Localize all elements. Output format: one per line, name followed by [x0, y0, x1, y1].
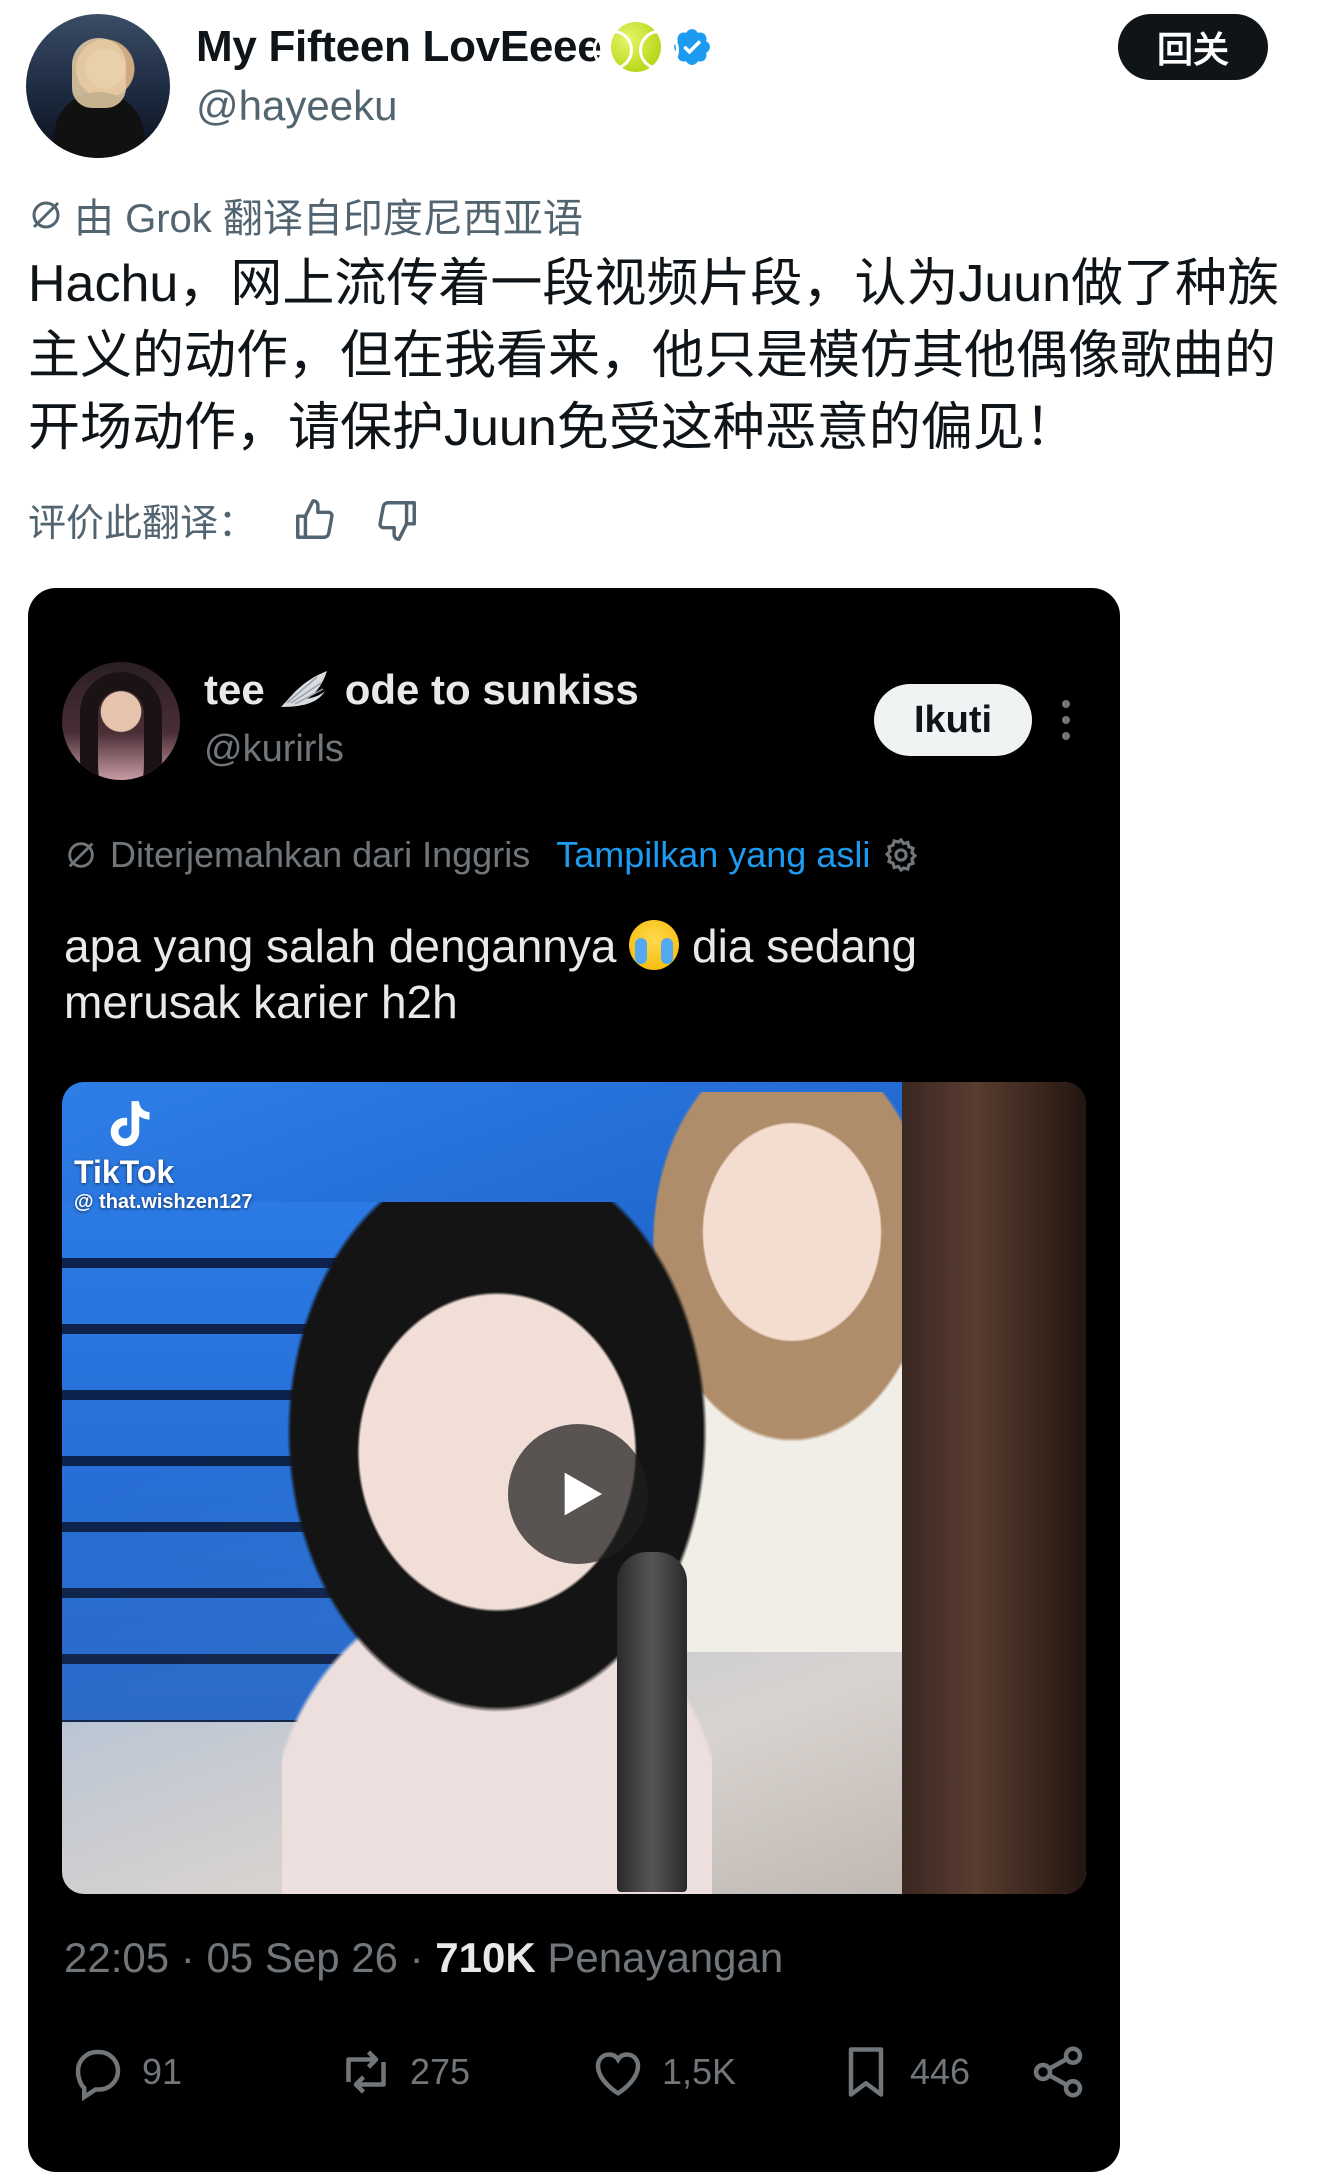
post-time[interactable]: 22:05	[64, 1934, 169, 1981]
quoted-avatar[interactable]	[62, 662, 180, 780]
share-button[interactable]	[1028, 2042, 1088, 2102]
repost-button[interactable]: 275	[336, 2042, 470, 2102]
follow-back-button[interactable]: 回关	[1118, 14, 1268, 80]
views-label: Penayangan	[547, 1934, 784, 1981]
tiktok-icon	[110, 1101, 150, 1147]
quoted-name-part1: tee	[204, 666, 265, 713]
display-name[interactable]: My Fifteen LovEeee	[196, 22, 602, 72]
quoted-handle[interactable]: @kurirls	[204, 728, 344, 771]
follow-button[interactable]: Ikuti	[874, 684, 1032, 756]
wing-icon	[280, 671, 327, 707]
thumbs-up-icon[interactable]	[292, 497, 338, 543]
video-player[interactable]: TikTok @ that.wishzen127	[62, 1082, 1086, 1894]
like-button[interactable]: 1,5K	[588, 2042, 736, 2102]
heart-icon	[595, 2052, 641, 2096]
views-count: 710K	[435, 1934, 536, 1981]
show-original-link[interactable]: Tampilkan yang asli	[556, 834, 870, 876]
quoted-text-before: apa yang salah dengannya	[64, 920, 617, 972]
tiktok-username: @ that.wishzen127	[74, 1191, 253, 1213]
quoted-display-name[interactable]: tee ode to sunkiss	[204, 666, 639, 714]
reply-count: 91	[142, 2051, 183, 2092]
repost-count: 275	[410, 2051, 471, 2092]
display-name-row[interactable]: My Fifteen LovEeee	[196, 22, 713, 72]
reply-button[interactable]: 91	[68, 2042, 182, 2102]
repost-icon	[346, 2050, 386, 2094]
tennis-ball-icon	[593, 22, 680, 72]
post-meta: 22:05 · 05 Sep 26 · 710K Penayangan	[64, 1934, 784, 1981]
post-date[interactable]: 05 Sep 26	[206, 1934, 398, 1981]
bookmark-icon	[848, 2047, 884, 2097]
translated-from-label: Diterjemahkan dari Inggris	[110, 834, 531, 875]
quoted-translation-row: Diterjemahkan dari Inggris Tampilkan yan…	[64, 834, 920, 876]
rate-translation-row: 评价此翻译：	[28, 492, 420, 547]
more-options-icon[interactable]	[1062, 700, 1072, 744]
microphone	[617, 1552, 687, 1892]
reply-icon	[75, 2049, 121, 2102]
bookmark-button[interactable]: 446	[836, 2042, 970, 2102]
crying-face-icon	[629, 920, 680, 970]
action-bar: 91 275 1,5K 446	[68, 2042, 1088, 2112]
post-page: My Fifteen LovEeee @hayeeku 回关 由 Grok 翻译…	[0, 0, 1320, 2181]
play-button[interactable]	[508, 1424, 648, 1564]
like-count: 1,5K	[662, 2051, 737, 2092]
share-icon	[1033, 2046, 1083, 2098]
quoted-name-part2: ode to sunkiss	[344, 666, 639, 713]
user-handle[interactable]: @hayeeku	[196, 82, 397, 130]
thumbs-down-icon[interactable]	[374, 497, 420, 543]
tweet-text: Hachu，网上流传着一段视频片段，认为Juun做了种族主义的动作，但在我看来，…	[28, 255, 1280, 457]
quoted-post-card[interactable]: tee ode to sunkiss @kurirls Ikuti Diterj…	[28, 588, 1120, 2172]
tiktok-watermark: TikTok @ that.wishzen127	[74, 1096, 252, 1214]
avatar[interactable]	[26, 14, 170, 158]
translation-source-row: 由 Grok 翻译自印度尼西亚语	[28, 186, 583, 244]
translate-slash-icon	[68, 842, 94, 868]
play-icon	[564, 1472, 602, 1516]
translate-slash-icon	[32, 201, 60, 229]
gear-icon[interactable]	[882, 836, 920, 874]
bookmark-count: 446	[910, 2051, 971, 2092]
tiktok-label: TikTok	[74, 1154, 175, 1190]
rate-translation-label: 评价此翻译：	[28, 503, 257, 545]
translated-by-label: 由 Grok 翻译自印度尼西亚语	[74, 197, 583, 241]
quoted-text: apa yang salah dengannya dia sedang meru…	[64, 918, 1084, 1030]
